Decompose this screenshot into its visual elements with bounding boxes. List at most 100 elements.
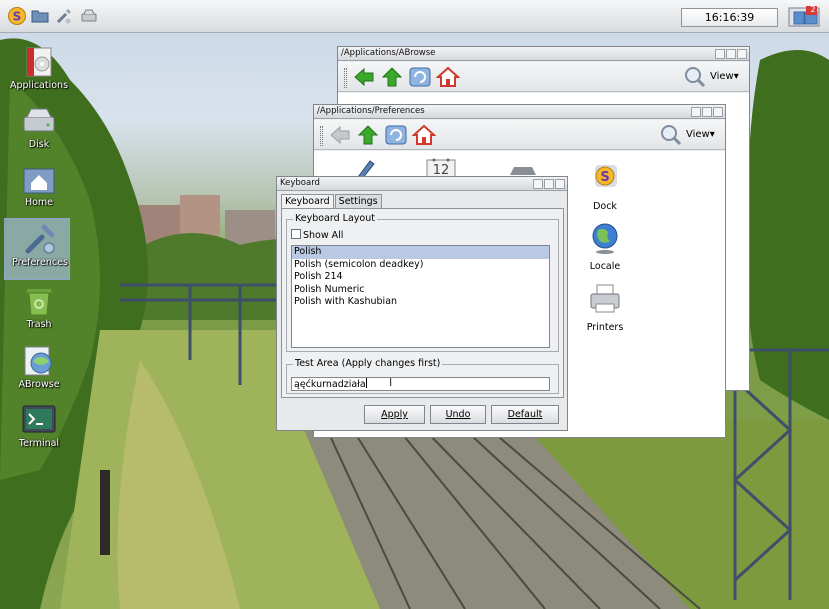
home-icon[interactable] xyxy=(412,124,436,146)
refresh-icon[interactable] xyxy=(384,124,408,146)
close-button[interactable] xyxy=(737,49,747,59)
minimize-button[interactable] xyxy=(715,49,725,59)
list-item[interactable]: Polish Numeric xyxy=(292,284,549,297)
desktop-icon-applications[interactable]: Applications xyxy=(4,42,70,104)
refresh-icon[interactable] xyxy=(408,66,432,88)
tab-settings[interactable]: Settings xyxy=(334,194,382,209)
apply-label: Apply xyxy=(381,409,408,420)
desktop-icon-label: ABrowse xyxy=(18,379,60,390)
maximize-button[interactable] xyxy=(702,107,712,117)
window-title[interactable]: Keyboard xyxy=(277,177,567,191)
home-icon xyxy=(23,168,55,194)
smeegol-logo-icon[interactable]: S xyxy=(8,7,26,25)
checkbox-box[interactable] xyxy=(291,229,301,239)
preferences-icon[interactable] xyxy=(55,7,73,25)
desktop-icon-disk[interactable]: Disk xyxy=(4,101,70,163)
window-title[interactable]: /Applications/ABrowse xyxy=(338,47,749,61)
pref-item-dock[interactable]: S Dock xyxy=(575,161,635,212)
toolbar: View▾ xyxy=(338,62,749,92)
list-item[interactable]: Polish with Kashubian xyxy=(292,296,549,309)
desktop-icon-trash[interactable]: Trash xyxy=(4,281,70,343)
window-title[interactable]: /Applications/Preferences xyxy=(314,105,725,119)
close-button[interactable] xyxy=(555,179,565,189)
checkbox-label: Show All xyxy=(303,230,344,241)
test-area-value: ąęćkurnadziała xyxy=(294,379,366,390)
search-icon[interactable] xyxy=(684,66,706,88)
undo-button[interactable]: Undo xyxy=(430,405,486,424)
view-label: View xyxy=(686,129,710,140)
toolbar: View▾ xyxy=(314,120,725,150)
toolbar-grip[interactable] xyxy=(344,68,347,88)
tab-keyboard[interactable]: Keyboard xyxy=(281,194,334,209)
close-button[interactable] xyxy=(713,107,723,117)
pref-item-label: Printers xyxy=(586,322,624,333)
dock-icon: S xyxy=(595,165,617,187)
pager-badge: 2 xyxy=(810,5,816,14)
desktop-icon-abrowse[interactable]: ABrowse xyxy=(4,341,70,403)
svg-text:S: S xyxy=(600,170,609,185)
default-label: Default xyxy=(507,409,543,420)
keyboard-tab-panel: Keyboard Layout Show All Polish Polish (… xyxy=(281,208,564,398)
view-label: View xyxy=(710,71,734,82)
globe-icon xyxy=(592,223,618,254)
folder-icon[interactable] xyxy=(31,7,49,25)
svg-text:S: S xyxy=(13,10,22,24)
printer-icon xyxy=(590,284,620,313)
terminal-icon xyxy=(22,405,56,433)
trash-icon xyxy=(27,289,51,316)
test-area-group: Test Area (Apply changes first) ąęćkurna… xyxy=(286,358,559,394)
search-icon[interactable] xyxy=(660,124,682,146)
apply-button[interactable]: Apply xyxy=(364,405,425,424)
desktop-icon-label: Home xyxy=(24,197,54,208)
desktop-icon-terminal[interactable]: Terminal xyxy=(4,400,70,462)
text-cursor xyxy=(365,378,367,388)
pref-item-printers[interactable]: Printers xyxy=(575,282,635,333)
desktop-icon-label: Terminal xyxy=(18,438,60,449)
window-controls xyxy=(715,49,747,59)
list-item[interactable]: Polish (semicolon deadkey) xyxy=(292,259,549,272)
tab-bar: Keyboard Settings xyxy=(281,194,383,209)
minimize-button[interactable] xyxy=(691,107,701,117)
dropdown-arrow-icon: ▾ xyxy=(733,71,739,82)
view-menu[interactable]: View▾ xyxy=(686,125,715,145)
pref-item-locale[interactable]: Locale xyxy=(575,221,635,272)
desktop-icon-label: Disk xyxy=(28,139,50,150)
keyboard-layout-group: Keyboard Layout Show All Polish Polish (… xyxy=(286,213,559,352)
default-button[interactable]: Default xyxy=(491,405,559,424)
layout-list[interactable]: Polish Polish (semicolon deadkey) Polish… xyxy=(291,245,550,348)
list-item[interactable]: Polish 214 xyxy=(292,271,549,284)
list-item[interactable]: Polish xyxy=(292,246,549,259)
show-all-checkbox[interactable]: Show All xyxy=(291,229,343,241)
disk-icon xyxy=(23,108,55,132)
toolbar-grip[interactable] xyxy=(320,126,323,146)
view-menu[interactable]: View▾ xyxy=(710,67,739,87)
maximize-button[interactable] xyxy=(544,179,554,189)
back-arrow-icon[interactable] xyxy=(328,124,352,146)
pref-item-label: Dock xyxy=(593,201,617,212)
keyboard-dialog[interactable]: Keyboard Keyboard Settings Keyboard Layo… xyxy=(276,176,568,431)
applications-icon xyxy=(26,47,52,77)
drive-icon[interactable] xyxy=(80,7,98,25)
maximize-button[interactable] xyxy=(726,49,736,59)
clock[interactable]: 16:16:39 xyxy=(681,8,778,27)
desktop-icon-home[interactable]: Home xyxy=(4,159,70,221)
abrowse-icon xyxy=(24,346,52,376)
desktop-icon-preferences[interactable]: Preferences xyxy=(4,218,70,280)
minimize-button[interactable] xyxy=(533,179,543,189)
desktop-icon-label: Preferences xyxy=(12,257,68,268)
back-arrow-icon[interactable] xyxy=(352,66,376,88)
preferences-icon xyxy=(25,224,55,254)
test-area-input[interactable]: ąęćkurnadziała I xyxy=(291,377,550,391)
desktop-icon-label: Applications xyxy=(9,80,69,91)
group-title: Keyboard Layout xyxy=(293,213,377,224)
undo-label: Undo xyxy=(445,409,471,420)
window-controls xyxy=(533,179,565,189)
up-arrow-icon[interactable] xyxy=(356,124,380,146)
i-beam-cursor-icon: I xyxy=(389,376,393,389)
window-controls xyxy=(691,107,723,117)
dropdown-arrow-icon: ▾ xyxy=(709,129,715,140)
desktop-icon-label: Trash xyxy=(26,319,52,330)
pref-item-label: Locale xyxy=(589,261,621,272)
home-icon[interactable] xyxy=(436,66,460,88)
up-arrow-icon[interactable] xyxy=(380,66,404,88)
